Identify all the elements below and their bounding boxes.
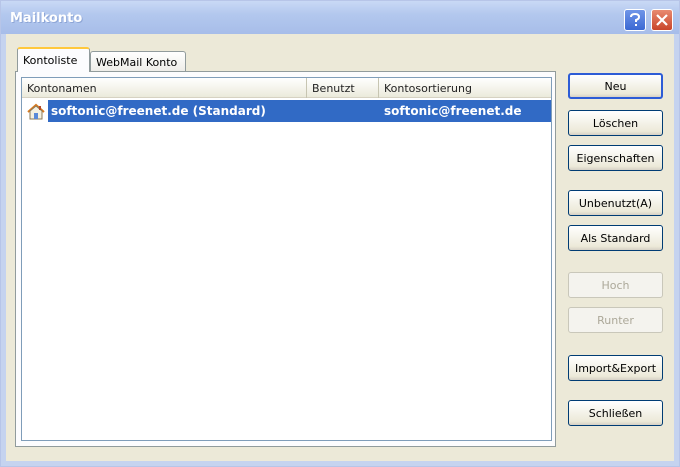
close-button[interactable] bbox=[651, 9, 673, 31]
column-header-kontosortierung[interactable]: Kontosortierung bbox=[379, 78, 551, 98]
close-icon bbox=[656, 14, 668, 26]
column-header-kontonamen[interactable]: Kontonamen bbox=[22, 78, 307, 98]
tab-panel-kontoliste: Kontonamen Benutzt Kontosortierung softo… bbox=[15, 71, 556, 447]
column-header-benutzt[interactable]: Benutzt bbox=[307, 78, 379, 98]
eigenschaften-button[interactable]: Eigenschaften bbox=[568, 145, 663, 171]
account-sort-cell: softonic@freenet.de bbox=[384, 104, 522, 118]
account-list[interactable]: Kontonamen Benutzt Kontosortierung softo… bbox=[21, 77, 552, 441]
hoch-button[interactable]: Hoch bbox=[568, 272, 663, 298]
import-export-button[interactable]: Import&Export bbox=[568, 355, 663, 381]
account-name-cell: softonic@freenet.de (Standard) bbox=[51, 104, 266, 118]
window-title: Mailkonto bbox=[10, 11, 83, 26]
runter-button[interactable]: Runter bbox=[568, 307, 663, 333]
window-frame-left bbox=[1, 34, 6, 466]
title-bar[interactable]: Mailkonto bbox=[1, 1, 679, 34]
window-frame-right bbox=[674, 34, 679, 466]
question-mark-icon bbox=[630, 13, 641, 26]
window-frame-bottom bbox=[1, 461, 679, 466]
neu-button[interactable]: Neu bbox=[568, 73, 663, 99]
tab-webmail-konto[interactable]: WebMail Konto bbox=[90, 51, 186, 73]
unbenutzt-button[interactable]: Unbenutzt(A) bbox=[568, 190, 663, 216]
list-header: Kontonamen Benutzt Kontosortierung bbox=[22, 78, 551, 98]
loeschen-button[interactable]: Löschen bbox=[568, 110, 663, 136]
als-standard-button[interactable]: Als Standard bbox=[568, 225, 663, 251]
home-icon bbox=[27, 103, 45, 120]
list-item[interactable]: softonic@freenet.de (Standard) softonic@… bbox=[23, 100, 551, 122]
schliessen-button[interactable]: Schließen bbox=[568, 400, 663, 426]
mailkonto-dialog: Mailkonto Kontoliste WebMail Konto Konto… bbox=[0, 0, 680, 467]
tab-kontoliste[interactable]: Kontoliste bbox=[17, 47, 90, 72]
help-button[interactable] bbox=[624, 9, 646, 31]
